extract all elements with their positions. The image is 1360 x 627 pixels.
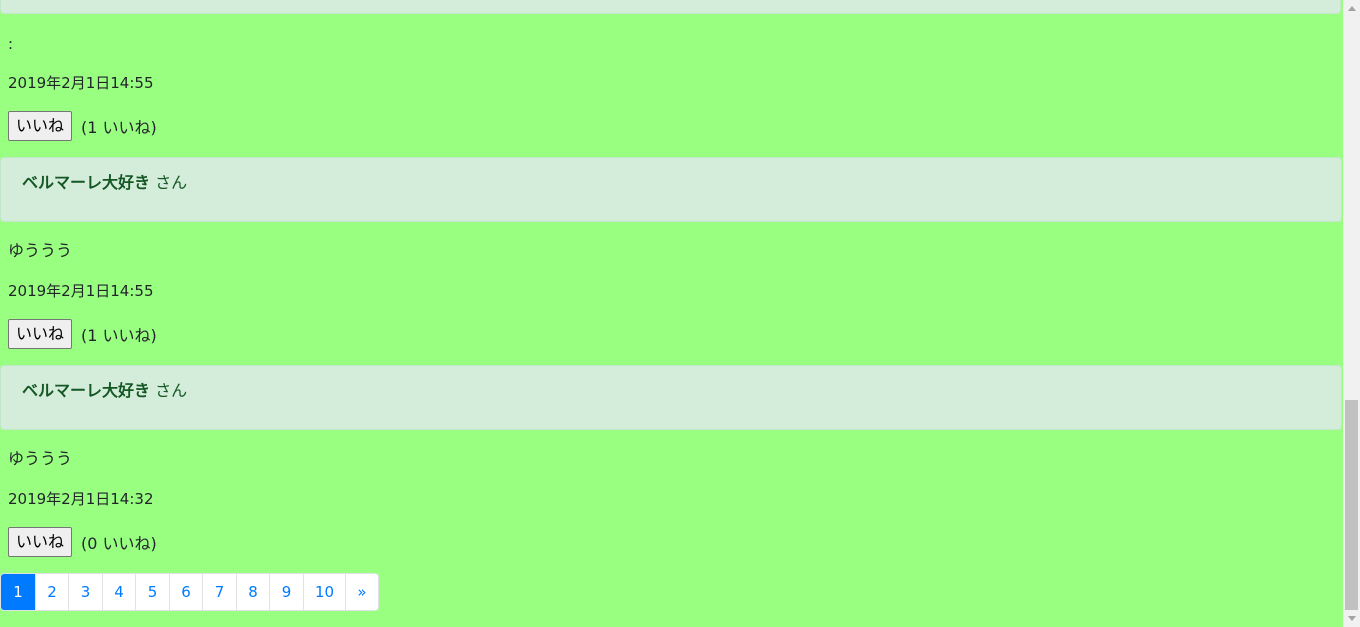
page-link-5[interactable]: 5 (135, 574, 169, 610)
like-button[interactable]: いいね (8, 111, 72, 141)
author-name: ベルマーレ大好き (22, 381, 151, 400)
post-date: 2019年2月1日14:32 (8, 490, 154, 508)
page-link-10[interactable]: 10 (303, 574, 345, 610)
user-alert: ベルマーレ大好き さん (0, 365, 1342, 430)
like-count: (1 いいね) (81, 118, 157, 137)
page-link-9[interactable]: 9 (269, 574, 303, 610)
page-link-6[interactable]: 6 (169, 574, 202, 610)
author-suffix: さん (155, 381, 188, 400)
post-date: 2019年2月1日14:55 (8, 282, 154, 300)
like-button[interactable]: いいね (8, 527, 72, 557)
page-link-1[interactable]: 1 (1, 574, 35, 610)
like-row: いいね (1 いいね) (8, 319, 157, 349)
post-text: ゆううう (8, 449, 73, 468)
page-link-8[interactable]: 8 (236, 574, 269, 610)
like-row: いいね (0 いいね) (8, 527, 157, 557)
next-page-link[interactable]: » (345, 574, 378, 610)
like-count: (1 いいね) (81, 326, 157, 345)
scroll-down-button[interactable] (1343, 610, 1360, 627)
page-link-7[interactable]: 7 (202, 574, 236, 610)
scroll-up-button[interactable] (1343, 0, 1360, 17)
pagination: 1 2 3 4 5 6 7 8 9 10 » (0, 573, 379, 611)
author-suffix: さん (155, 173, 188, 192)
post-date: 2019年2月1日14:55 (8, 74, 154, 92)
page-link-3[interactable]: 3 (68, 574, 102, 610)
like-row: いいね (1 いいね) (8, 111, 157, 141)
scrollbar-thumb[interactable] (1345, 400, 1358, 610)
user-alert-partial (0, 0, 1341, 14)
like-button[interactable]: いいね (8, 319, 72, 349)
post-text: ゆううう (8, 241, 73, 260)
page-link-4[interactable]: 4 (102, 574, 135, 610)
arrow-down-icon (1347, 616, 1356, 621)
page-link-2[interactable]: 2 (35, 574, 68, 610)
author-name: ベルマーレ大好き (22, 173, 151, 192)
vertical-scrollbar[interactable] (1343, 0, 1360, 627)
post-text: : (8, 35, 14, 53)
main-content: : 2019年2月1日14:55 いいね (1 いいね) ベルマーレ大好き さん… (0, 0, 1343, 627)
user-alert: ベルマーレ大好き さん (0, 157, 1342, 222)
arrow-up-icon (1347, 6, 1356, 11)
like-count: (0 いいね) (81, 534, 157, 553)
